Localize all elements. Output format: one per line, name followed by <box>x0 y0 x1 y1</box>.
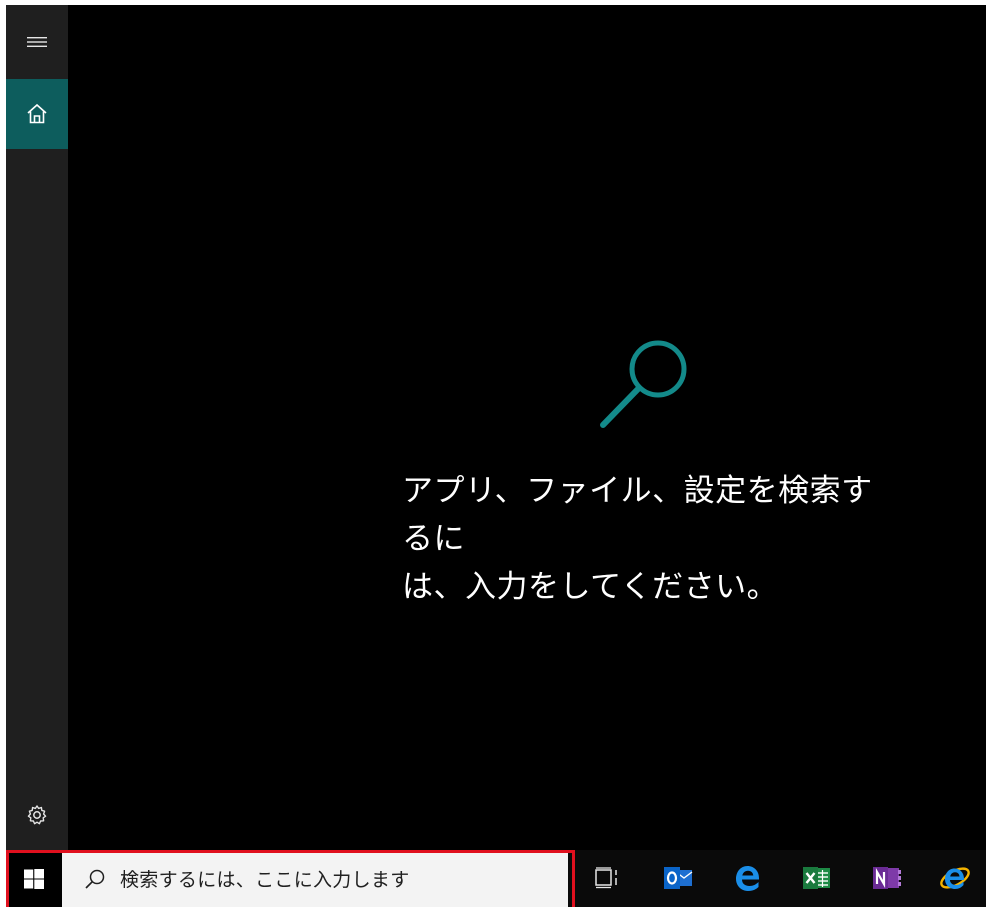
home-button[interactable] <box>6 79 68 149</box>
internet-explorer-button[interactable] <box>937 860 973 896</box>
onenote-button[interactable] <box>869 860 905 896</box>
task-view-button[interactable] <box>589 860 625 896</box>
settings-button[interactable] <box>6 780 68 850</box>
gear-icon <box>27 805 47 825</box>
hamburger-icon <box>27 37 47 47</box>
search-hint-text: アプリ、ファイル、設定を検索するに は、入力をしてください。 <box>402 467 892 611</box>
search-placeholder: 検索するには、ここに入力します <box>120 869 410 891</box>
hint-line-1: アプリ、ファイル、設定を検索するに <box>402 473 873 557</box>
search-content-area: アプリ、ファイル、設定を検索するに は、入力をしてください。 <box>68 5 986 850</box>
taskbar-search-box[interactable]: 検索するには、ここに入力します <box>62 850 568 907</box>
hint-line-2: は、入力をしてください。 <box>402 569 779 605</box>
edge-button[interactable] <box>730 860 766 896</box>
excel-button[interactable] <box>799 860 835 896</box>
search-icon <box>600 340 687 428</box>
task-view-icon <box>595 867 617 889</box>
home-icon <box>27 103 47 124</box>
outlook-icon <box>664 867 693 889</box>
left-rail <box>6 5 68 850</box>
search-window: アプリ、ファイル、設定を検索するに は、入力をしてください。 検索するには、ここ… <box>6 5 986 907</box>
onenote-icon <box>873 867 901 889</box>
excel-icon <box>803 867 830 889</box>
search-icon <box>84 868 106 890</box>
edge-icon <box>736 866 759 891</box>
outlook-button[interactable] <box>660 860 696 896</box>
menu-button[interactable] <box>6 5 68 79</box>
start-button[interactable] <box>6 850 62 907</box>
windows-logo-icon <box>24 868 44 889</box>
taskbar: 検索するには、ここに入力します <box>6 850 986 907</box>
internet-explorer-icon <box>940 867 970 889</box>
